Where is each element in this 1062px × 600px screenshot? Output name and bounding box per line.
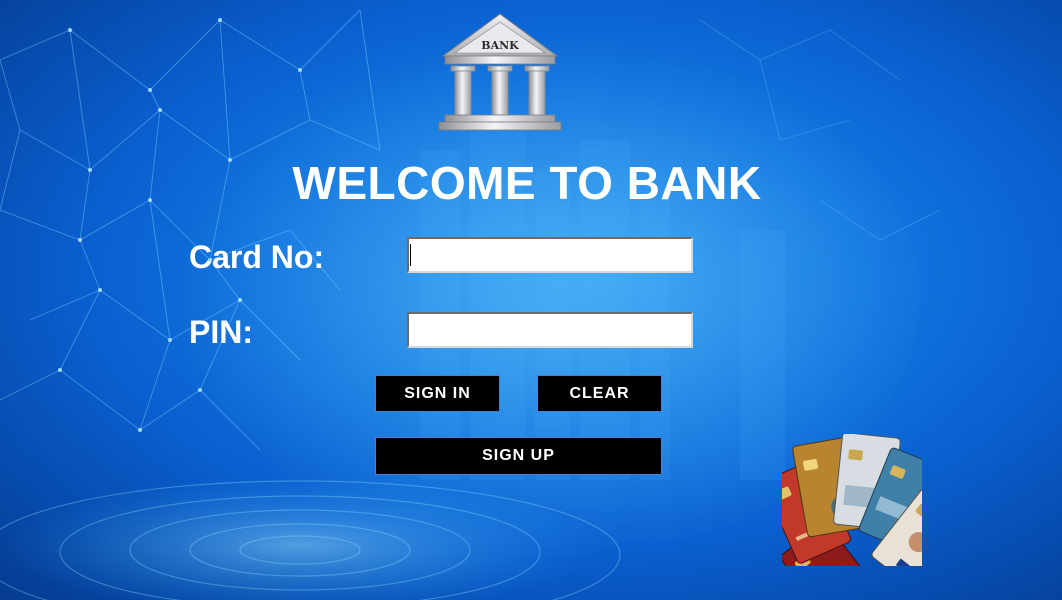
pin-label: PIN: bbox=[189, 314, 253, 350]
sign-up-button[interactable]: SIGN UP bbox=[375, 437, 662, 475]
pin-input[interactable] bbox=[407, 312, 693, 348]
bank-logo-icon: BANK bbox=[438, 13, 562, 131]
credit-cards-icon bbox=[782, 434, 922, 566]
card-number-input[interactable] bbox=[407, 237, 693, 273]
text-caret bbox=[410, 244, 411, 266]
bank-logo-text: BANK bbox=[481, 39, 519, 52]
page-title: WELCOME TO BANK bbox=[0, 156, 1058, 210]
card-number-label: Card No: bbox=[189, 239, 325, 275]
page-title-text: WELCOME TO BANK bbox=[292, 157, 762, 209]
clear-button[interactable]: CLEAR bbox=[537, 375, 662, 412]
sign-in-button[interactable]: SIGN IN bbox=[375, 375, 500, 412]
